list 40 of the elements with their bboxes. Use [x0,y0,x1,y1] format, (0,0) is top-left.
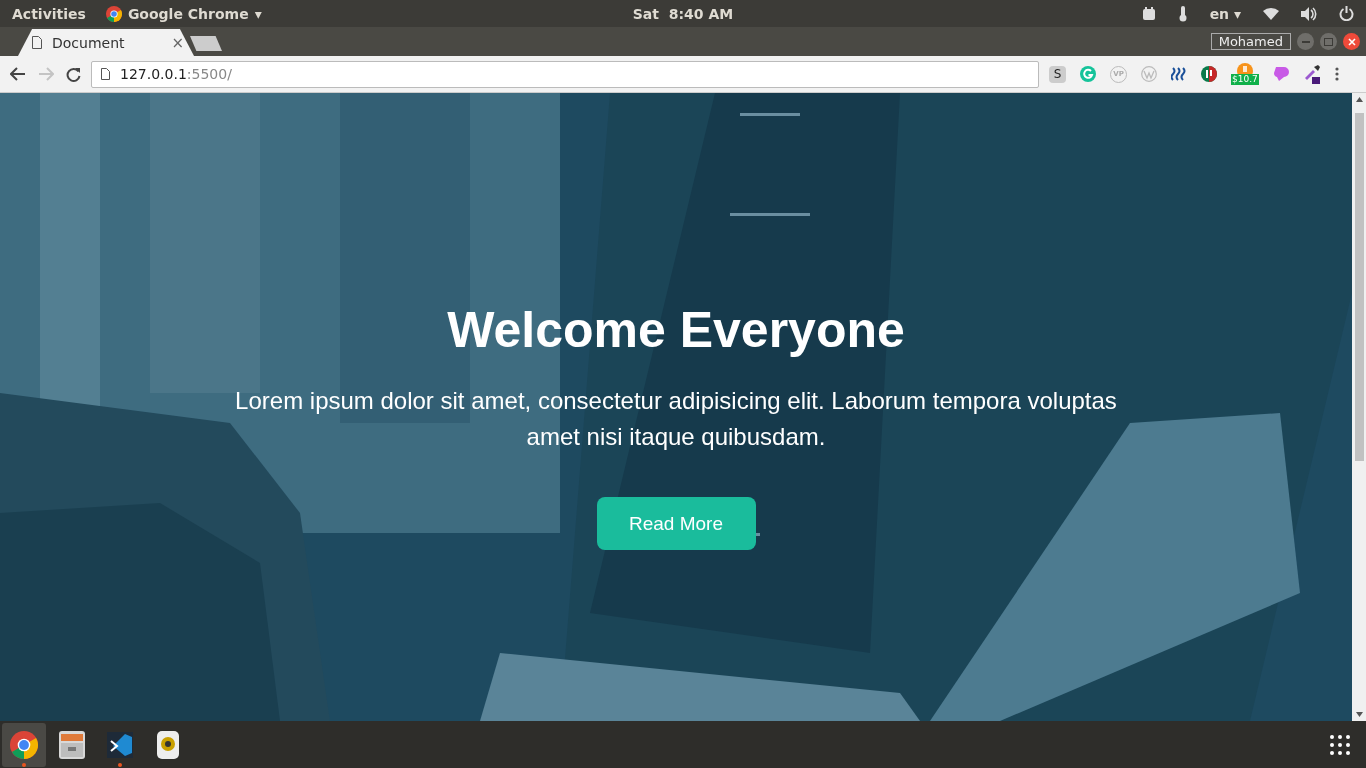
menu-icon[interactable] [1334,67,1339,81]
url-text: 127.0.0.1:5500/ [120,66,232,82]
volume-icon[interactable] [1301,6,1317,21]
calendar-icon[interactable] [1141,6,1156,21]
scroll-up-icon[interactable] [1355,97,1363,102]
scrollbar[interactable] [1352,93,1366,721]
app-grid-icon[interactable] [1330,734,1350,755]
minimize-icon [1301,40,1310,43]
bars-icon[interactable] [1201,66,1217,82]
code-editor-icon [107,731,133,758]
new-tab-button[interactable] [190,36,222,51]
chrome-icon [10,730,38,759]
chrome-icon [105,5,122,22]
reload-icon[interactable] [66,66,81,82]
profile-button[interactable]: Mohamed [1210,33,1291,50]
dock-app[interactable] [2,722,46,767]
activities-button[interactable]: Activities [12,5,86,22]
app-menu[interactable]: Google Chrome ▾ [105,5,262,22]
address-field[interactable]: 127.0.0.1:5500/ [91,60,1039,88]
keyboard-layout-menu[interactable]: en ▾ [1209,5,1241,22]
thermometer-icon[interactable] [1177,5,1188,22]
letter-icon[interactable]: S [1049,65,1066,83]
page-icon [101,68,110,80]
power-icon[interactable] [1339,6,1354,21]
close-tab-button[interactable]: × [171,33,184,52]
wifi-icon[interactable] [1263,7,1279,20]
close-icon [1347,37,1356,46]
page-icon [32,36,42,49]
back-icon[interactable] [10,67,26,81]
hero-heading: Welcome Everyone [447,301,905,359]
speaker-icon [157,730,179,759]
file-cabinet-icon [59,730,85,759]
close-button[interactable] [1343,33,1360,50]
browser-tab[interactable]: Document × [18,29,194,56]
blob-icon[interactable] [1272,67,1289,81]
hero-paragraph: Lorem ipsum dolor sit amet, consectetur adipisicing elit. Laborum tempora voluptas amet nisi itaque quibusdam. [234,386,1118,452]
wave-icon[interactable] [1171,67,1187,81]
maximize-icon [1324,37,1333,46]
scroll-down-icon[interactable] [1355,712,1363,717]
clock[interactable]: Sat 8:40 AM [632,5,734,22]
